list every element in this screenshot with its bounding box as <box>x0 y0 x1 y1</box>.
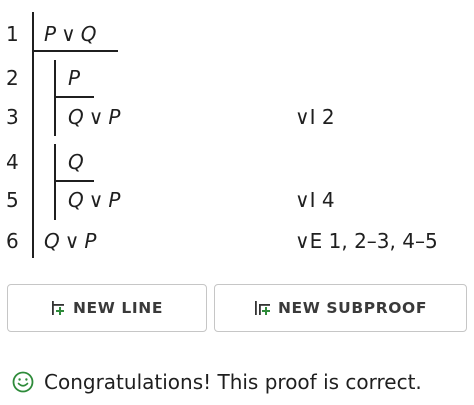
premise-rule <box>32 50 118 52</box>
formula[interactable]: Q ∨ P <box>68 105 120 129</box>
new-line-label: NEW LINE <box>72 299 164 317</box>
proof-status: Congratulations! This proof is correct. <box>12 370 422 394</box>
line-number: 5 <box>6 188 19 212</box>
line-number: 2 <box>6 66 19 90</box>
formula-left: P <box>68 66 81 90</box>
formula-left: P <box>44 22 57 46</box>
justification[interactable]: ∨E 1, 2–3, 4–5 <box>295 229 438 253</box>
justification[interactable]: ∨I 4 <box>295 188 335 212</box>
new-line-button[interactable]: NEW LINE <box>7 284 207 332</box>
formula-right: P <box>108 188 121 212</box>
proof-panel: 1 P ∨ Q 2 P 3 Q ∨ P ∨I 2 4 Q 5 Q ∨ P ∨I 4 6 Q ∨… <box>0 0 474 270</box>
main-scope-bar <box>32 12 34 258</box>
formula-right: Q <box>80 22 97 46</box>
add-subproof-icon <box>254 301 270 315</box>
formula[interactable]: Q <box>68 150 84 174</box>
formula[interactable]: P ∨ Q <box>44 22 96 46</box>
justification[interactable]: ∨I 2 <box>295 105 335 129</box>
formula-left: Q <box>68 188 84 212</box>
line-number: 6 <box>6 229 19 253</box>
formula-operator: ∨ <box>88 188 104 212</box>
new-subproof-label: NEW SUBPROOF <box>277 299 428 317</box>
formula[interactable]: Q ∨ P <box>44 229 96 253</box>
formula-left: Q <box>44 229 60 253</box>
smiley-icon <box>12 371 34 393</box>
line-number: 4 <box>6 150 19 174</box>
subproof-2-assumption-rule <box>54 180 94 182</box>
status-message: Congratulations! This proof is correct. <box>44 370 422 394</box>
formula-right: P <box>84 229 97 253</box>
formula[interactable]: Q ∨ P <box>68 188 120 212</box>
formula-right: P <box>108 105 121 129</box>
formula-operator: ∨ <box>64 229 80 253</box>
formula-left: Q <box>68 105 84 129</box>
line-number: 3 <box>6 105 19 129</box>
formula-operator: ∨ <box>61 22 76 46</box>
subproof-1-assumption-rule <box>54 96 94 98</box>
formula-operator: ∨ <box>88 105 104 129</box>
subproof-1-bar <box>54 60 56 136</box>
add-line-icon <box>51 301 64 315</box>
new-subproof-button[interactable]: NEW SUBPROOF <box>214 284 467 332</box>
formula[interactable]: P <box>68 66 80 90</box>
line-number: 1 <box>6 22 19 46</box>
formula-left: Q <box>68 150 84 174</box>
subproof-2-bar <box>54 144 56 220</box>
